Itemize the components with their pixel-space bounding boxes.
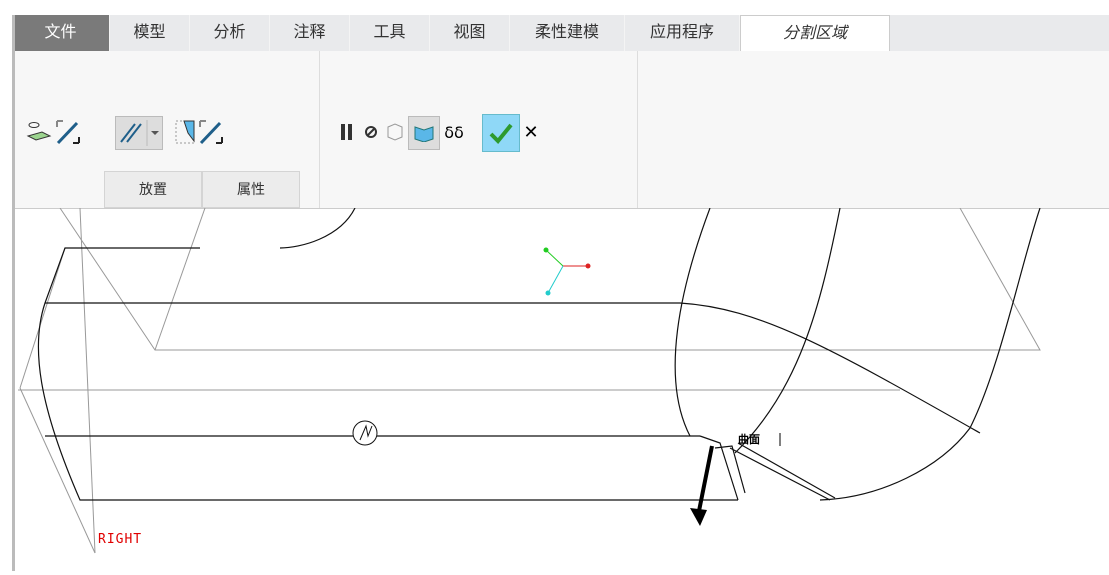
properties-tab[interactable]: 属性 [202, 171, 300, 208]
ribbon-panel: δδ ✕ 放置 属性 [12, 51, 1109, 209]
tab-flexible-modeling[interactable]: 柔性建模 [510, 15, 625, 51]
pause-icon[interactable] [338, 116, 356, 148]
flip-surface-icon[interactable] [195, 116, 227, 148]
graphics-area[interactable]: 曲面 RIGHT [0, 207, 1109, 571]
flip-direction-icon[interactable] [52, 116, 84, 148]
tab-file[interactable]: 文件 [12, 15, 110, 51]
tab-model[interactable]: 模型 [110, 15, 190, 51]
cancel-button[interactable]: ✕ [518, 116, 544, 148]
coordinate-marker-icon [352, 420, 378, 446]
axis-triad-icon [543, 247, 591, 296]
geometry-preview-icon[interactable] [383, 116, 407, 148]
trim-dropdown-button[interactable] [115, 116, 163, 150]
tab-annotate[interactable]: 注释 [270, 15, 350, 51]
tab-applications[interactable]: 应用程序 [625, 15, 740, 51]
confirm-button[interactable] [482, 114, 520, 152]
surface-label: 曲面 [738, 433, 760, 446]
no-preview-icon[interactable] [360, 116, 382, 148]
direction-arrow-icon [690, 445, 714, 526]
tab-view[interactable]: 视图 [430, 15, 510, 51]
model-geometry [18, 207, 1041, 554]
tab-analysis[interactable]: 分析 [190, 15, 270, 51]
tab-tools[interactable]: 工具 [350, 15, 430, 51]
tab-split-region[interactable]: 分割区域 [740, 15, 890, 51]
datum-label: RIGHT [98, 532, 143, 547]
feature-preview-icon[interactable] [408, 116, 440, 150]
verify-mode-icon[interactable]: δδ [440, 116, 468, 148]
placement-tab[interactable]: 放置 [104, 171, 202, 208]
ribbon-tabs: 文件 模型 分析 注释 工具 视图 柔性建模 应用程序 分割区域 [12, 15, 1109, 51]
model-edges [37, 207, 1041, 501]
